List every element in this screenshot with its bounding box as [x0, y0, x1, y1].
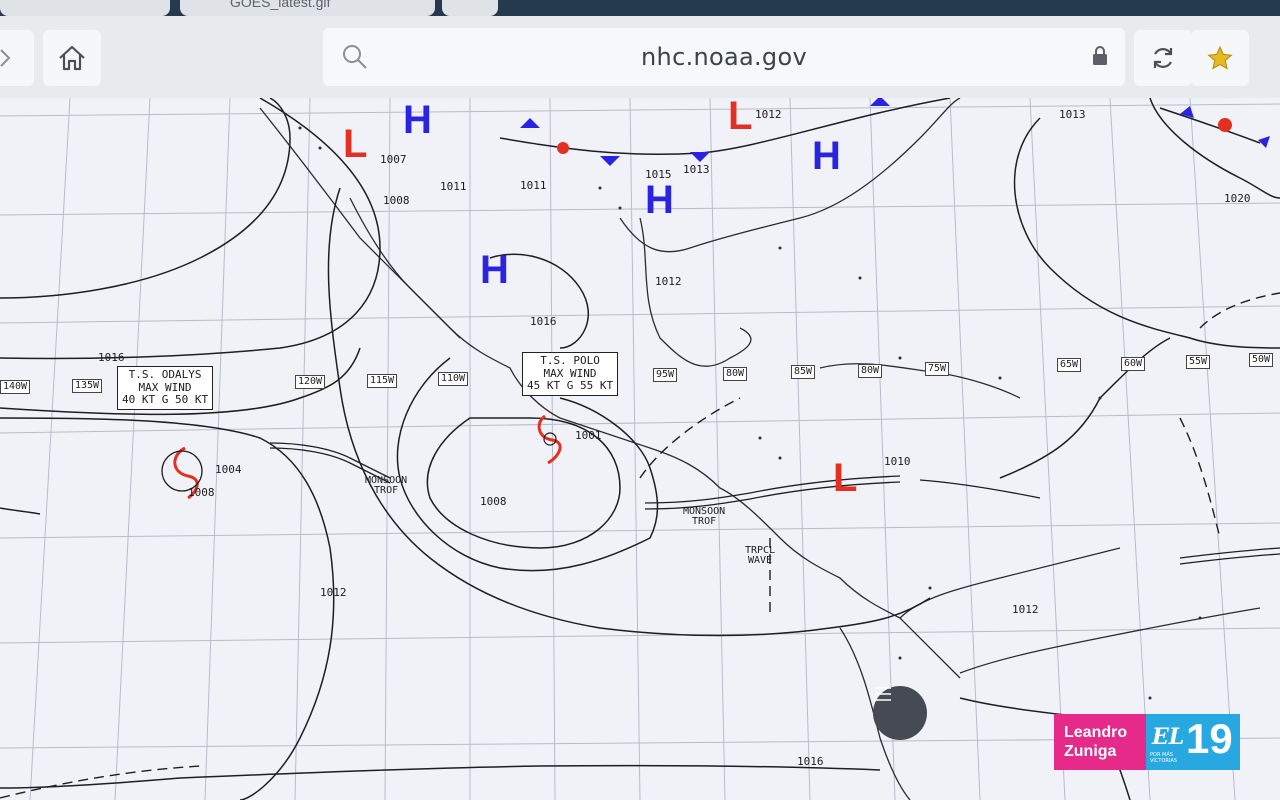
isobar-label: 1001 [575, 429, 602, 442]
longitude-label: 95W [653, 368, 678, 382]
back-button[interactable] [0, 30, 34, 86]
isobar-label: 1008 [188, 486, 215, 499]
high-pressure-center: H [645, 178, 674, 222]
ts-odalys-name: T.S. ODALYS [128, 368, 202, 381]
isobar-label: 1008 [383, 194, 410, 207]
high-pressure-center: H [480, 248, 509, 292]
isobar-label: 1010 [884, 455, 911, 468]
monsoon-trough-label-west: MONSOON TROF [365, 475, 408, 496]
high-pressure-center: H [403, 98, 432, 142]
tab-strip: GOES_latest.gif [0, 0, 1280, 16]
ts-polo-wind-value: 45 KT G 55 KT [527, 379, 614, 393]
back-arrow-icon [0, 49, 11, 67]
channel-tagline: POR MÁS VICTORIAS [1150, 752, 1177, 764]
reload-button[interactable] [1134, 30, 1192, 86]
isobar-label: 1013 [1059, 108, 1086, 121]
isobar-label: 1016 [98, 351, 125, 364]
longitude-label: 55W [1186, 355, 1211, 369]
low-pressure-center: L [343, 122, 368, 166]
bookmark-button[interactable] [1191, 30, 1249, 86]
longitude-label: 135W [72, 379, 103, 393]
station-plots [298, 126, 1202, 700]
ts-polo-box: T.S. POLO MAX WIND 45 KT G 55 KT [522, 352, 619, 396]
coastlines [259, 98, 1261, 800]
longitude-label: 60W [1121, 357, 1146, 371]
low-pressure-center: L [833, 456, 858, 500]
isobar-label: 1013 [683, 163, 710, 176]
lock-icon [1093, 46, 1107, 65]
isobar-label: 1012 [655, 275, 682, 288]
isobar-label: 1015 [645, 168, 672, 181]
browser-toolbar: nhc.noaa.gov [0, 16, 1280, 98]
home-button[interactable] [43, 30, 101, 86]
longitude-label: 65W [1057, 358, 1082, 372]
tropical-wave-label: TRPCL WAVE [745, 545, 776, 566]
channel-number: 19 [1186, 715, 1233, 762]
isobar-label: 1004 [215, 463, 242, 476]
channel-prefix: EL [1152, 724, 1185, 750]
watermark-name: Leandro Zuniga [1054, 714, 1146, 770]
isobar-label: 1011 [520, 179, 547, 192]
ts-polo-name: T.S. POLO [540, 354, 600, 367]
isobar-label: 1012 [755, 108, 782, 121]
reload-icon [1153, 48, 1173, 68]
isobars [0, 98, 1280, 800]
longitude-label: 75W [925, 362, 950, 376]
new-tab-button[interactable] [442, 0, 498, 16]
url-text: nhc.noaa.gov [641, 43, 807, 71]
isobar-label: 1012 [320, 586, 347, 599]
longitude-label: 80W [858, 364, 883, 378]
longitude-label: 110W [438, 372, 469, 386]
ts-odalys-box: T.S. ODALYS MAX WIND 40 KT G 50 KT [117, 366, 214, 410]
longitude-label: 50W [1249, 353, 1274, 367]
ts-odalys-wind-value: 40 KT G 50 KT [122, 393, 209, 407]
longitude-label: 120W [295, 375, 326, 389]
channel-watermark: Leandro Zuniga EL 19 POR MÁS VICTORIAS [1054, 714, 1240, 770]
isobar-label: 1008 [480, 495, 507, 508]
tab-previous[interactable] [0, 0, 170, 16]
channel-logo: EL 19 POR MÁS VICTORIAS [1146, 714, 1240, 770]
isobar-label: 1007 [380, 153, 407, 166]
longitude-label: 115W [367, 374, 398, 388]
tab-active[interactable]: GOES_latest.gif [180, 0, 435, 16]
menu-fab-button[interactable] [873, 686, 927, 740]
longitude-label: 85W [791, 365, 816, 379]
tab-title: GOES_latest.gif [230, 0, 331, 10]
longitude-label: 80W [723, 367, 748, 381]
surface-analysis-map: H H H H L L L T.S. POLO MAX WIND 45 KT G… [0, 98, 1280, 800]
isobar-label: 1020 [1224, 192, 1251, 205]
address-bar[interactable]: nhc.noaa.gov [323, 28, 1125, 86]
high-pressure-center: H [812, 134, 841, 178]
star-icon [1207, 45, 1233, 70]
isobar-label: 1016 [530, 315, 557, 328]
menu-icon [875, 687, 891, 701]
monsoon-trough-label-east: MONSOON TROF [683, 506, 726, 527]
map-graphics [0, 98, 1280, 800]
home-icon [59, 45, 85, 71]
isobar-label: 1016 [797, 755, 824, 768]
isobar-label: 1011 [440, 180, 467, 193]
low-pressure-center: L [728, 98, 753, 138]
longitude-label: 140W [0, 380, 31, 394]
isobar-label: 1012 [1012, 603, 1039, 616]
